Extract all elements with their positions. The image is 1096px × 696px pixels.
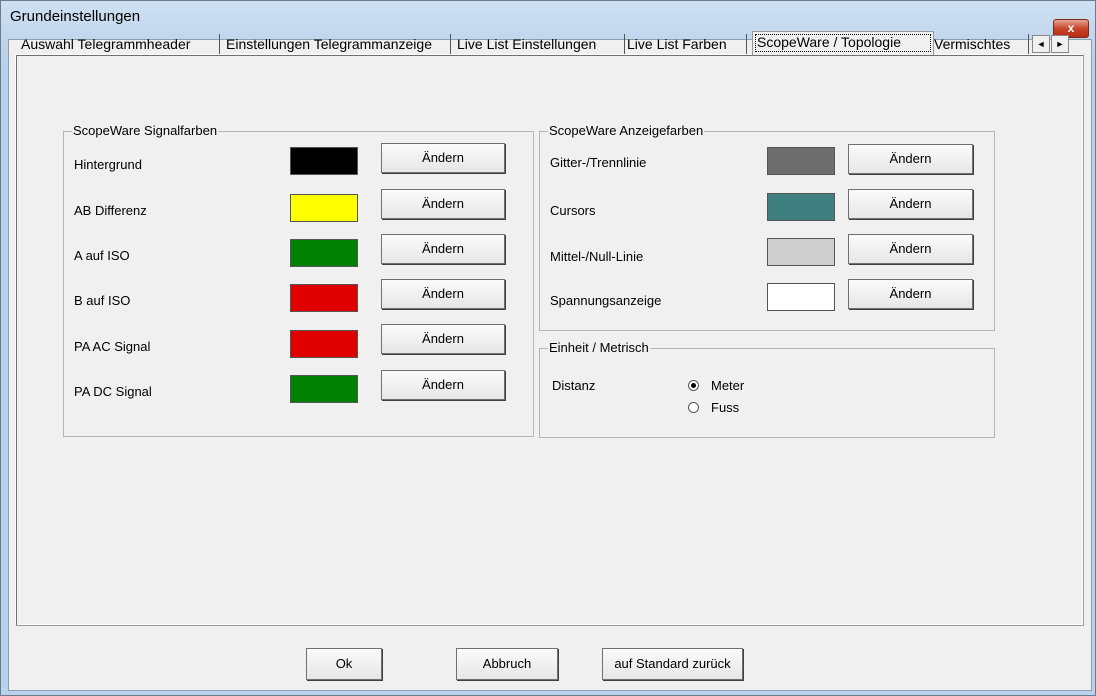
tab-scroll-right-button[interactable]: ► [1051, 35, 1069, 53]
color-swatch-gitter-trennlinie [767, 147, 835, 175]
change-button-cursors[interactable]: Ändern [848, 189, 973, 219]
change-button-pa-dc-signal[interactable]: Ändern [381, 370, 505, 400]
change-button-pa-ac-signal[interactable]: Ändern [381, 324, 505, 354]
radio-meter[interactable] [688, 380, 699, 391]
change-button-ab-differenz[interactable]: Ändern [381, 189, 505, 219]
signal-label-pa-dc-signal: PA DC Signal [74, 384, 152, 399]
signal-label-a-auf-iso: A auf ISO [74, 248, 130, 263]
display-colors-title: ScopeWare Anzeigefarben [548, 123, 705, 138]
color-swatch-spannungsanzeige [767, 283, 835, 311]
color-swatch-mittel-null-linie [767, 238, 835, 266]
change-button-spannungsanzeige[interactable]: Ändern [848, 279, 973, 309]
tab-scopeware-topologie[interactable]: ScopeWare / Topologie [752, 31, 934, 55]
close-icon: x [1067, 21, 1075, 35]
color-swatch-hintergrund [290, 147, 358, 175]
change-button-gitter-trennlinie[interactable]: Ändern [848, 144, 973, 174]
color-swatch-cursors [767, 193, 835, 221]
ok-button[interactable]: Ok [306, 648, 382, 680]
display-colors-group: ScopeWare Anzeigefarben Gitter-/Trennlin… [539, 123, 995, 331]
change-button-a-auf-iso[interactable]: Ändern [381, 234, 505, 264]
radio-meter-label[interactable]: Meter [711, 378, 744, 393]
signal-label-b-auf-iso: B auf ISO [74, 293, 131, 308]
change-button-hintergrund[interactable]: Ändern [381, 143, 505, 173]
signal-colors-group: ScopeWare Signalfarben Hintergrund Änder… [63, 123, 534, 437]
tab-einstellungen-telegrammanzeige[interactable]: Einstellungen Telegrammanzeige [222, 34, 451, 54]
units-group: Einheit / Metrisch Distanz Meter Fuss [539, 340, 995, 438]
radio-fuss[interactable] [688, 402, 699, 413]
tab-auswahl-telegrammheader[interactable]: Auswahl Telegrammheader [17, 34, 220, 54]
color-swatch-pa-dc-signal [290, 375, 358, 403]
color-swatch-ab-differenz [290, 194, 358, 222]
change-button-mittel-null-linie[interactable]: Ändern [848, 234, 973, 264]
units-title: Einheit / Metrisch [548, 340, 650, 355]
signal-label-pa-ac-signal: PA AC Signal [74, 339, 151, 354]
tab-vermischtes[interactable]: Vermischtes [930, 34, 1029, 54]
color-swatch-pa-ac-signal [290, 330, 358, 358]
arrow-right-icon: ► [1055, 39, 1065, 49]
reset-defaults-button[interactable]: auf Standard zurück [602, 648, 743, 680]
tab-live-list-farben[interactable]: Live List Farben [623, 34, 747, 54]
display-label-spannungsanzeige: Spannungsanzeige [550, 293, 662, 308]
change-button-b-auf-iso[interactable]: Ändern [381, 279, 505, 309]
color-swatch-b-auf-iso [290, 284, 358, 312]
display-label-cursors: Cursors [550, 203, 596, 218]
tab-live-list-einstellungen[interactable]: Live List Einstellungen [453, 34, 625, 54]
tab-scroll-left-button[interactable]: ◄ [1032, 35, 1050, 53]
window-title: Grundeinstellungen [10, 8, 141, 25]
color-swatch-a-auf-iso [290, 239, 358, 267]
cancel-button[interactable]: Abbruch [456, 648, 558, 680]
distance-label: Distanz [552, 378, 596, 393]
signal-label-hintergrund: Hintergrund [74, 157, 142, 172]
signal-colors-title: ScopeWare Signalfarben [72, 123, 219, 138]
title-bar[interactable]: Grundeinstellungen x [1, 1, 1095, 38]
arrow-left-icon: ◄ [1036, 39, 1046, 49]
display-label-mittel-null-linie: Mittel-/Null-Linie [550, 249, 644, 264]
display-label-gitter-trennlinie: Gitter-/Trennlinie [550, 155, 647, 170]
tab-panel: ScopeWare Signalfarben Hintergrund Änder… [15, 54, 1084, 626]
radio-fuss-label[interactable]: Fuss [711, 400, 739, 415]
signal-label-ab-differenz: AB Differenz [74, 203, 147, 218]
